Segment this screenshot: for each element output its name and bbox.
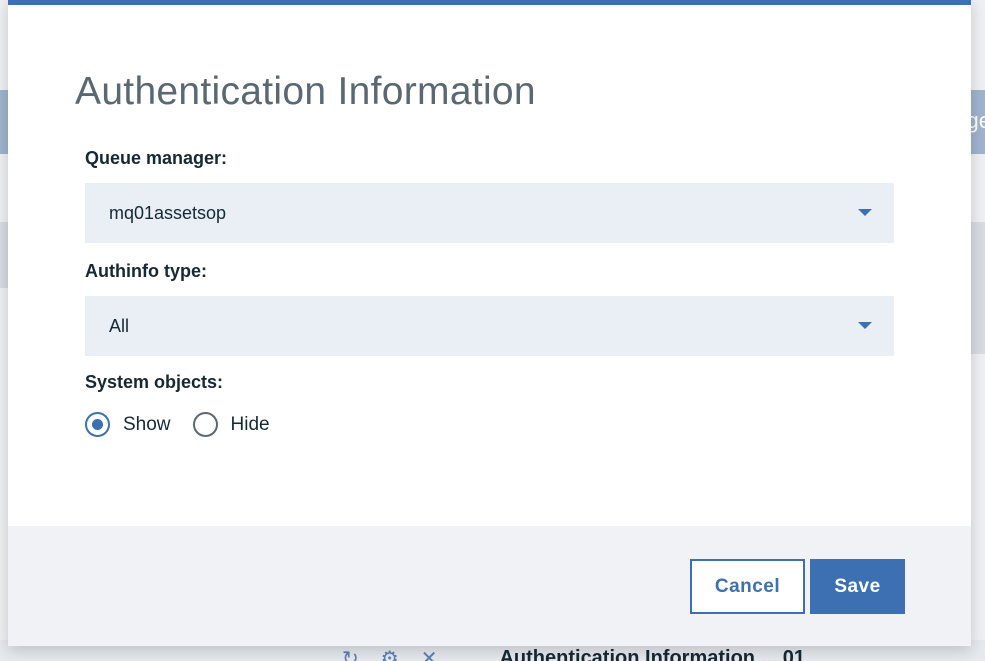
save-button[interactable]: Save (810, 559, 905, 614)
radio-show-label: Show (123, 413, 171, 435)
radio-hide-label: Hide (230, 413, 270, 435)
radio-show[interactable]: Show (85, 412, 171, 437)
radio-unchecked-icon[interactable] (192, 412, 218, 437)
refresh-icon: ↻ (342, 648, 359, 661)
modal-title: Authentication Information (75, 70, 536, 113)
radio-hide[interactable]: Hide (192, 412, 270, 437)
authinfo-type-select[interactable]: All (85, 296, 894, 356)
authentication-info-modal: Authentication Information Queue manager… (8, 0, 971, 646)
system-objects-label: System objects: (85, 372, 224, 392)
authinfo-type-value: All (109, 315, 130, 336)
chevron-down-icon (858, 322, 872, 329)
gear-icon: ⚙ (380, 648, 399, 661)
chevron-down-icon (858, 209, 872, 216)
background-toolbar: ↻ ⚙ ✕ Authentication Information ... 01 (342, 646, 805, 661)
modal-accent-bar (8, 0, 971, 5)
close-icon: ✕ (420, 648, 438, 661)
queue-manager-value: mq01assetsop (109, 202, 227, 223)
cancel-button[interactable]: Cancel (690, 559, 805, 614)
authinfo-type-label: Authinfo type: (85, 261, 207, 281)
queue-manager-label: Queue manager: (85, 148, 228, 168)
system-objects-radio-group: Show Hide (85, 412, 292, 437)
background-toolbar-text: Authentication Information ... 01 (499, 647, 806, 661)
queue-manager-select[interactable]: mq01assetsop (85, 183, 894, 243)
radio-checked-icon[interactable] (85, 412, 110, 437)
